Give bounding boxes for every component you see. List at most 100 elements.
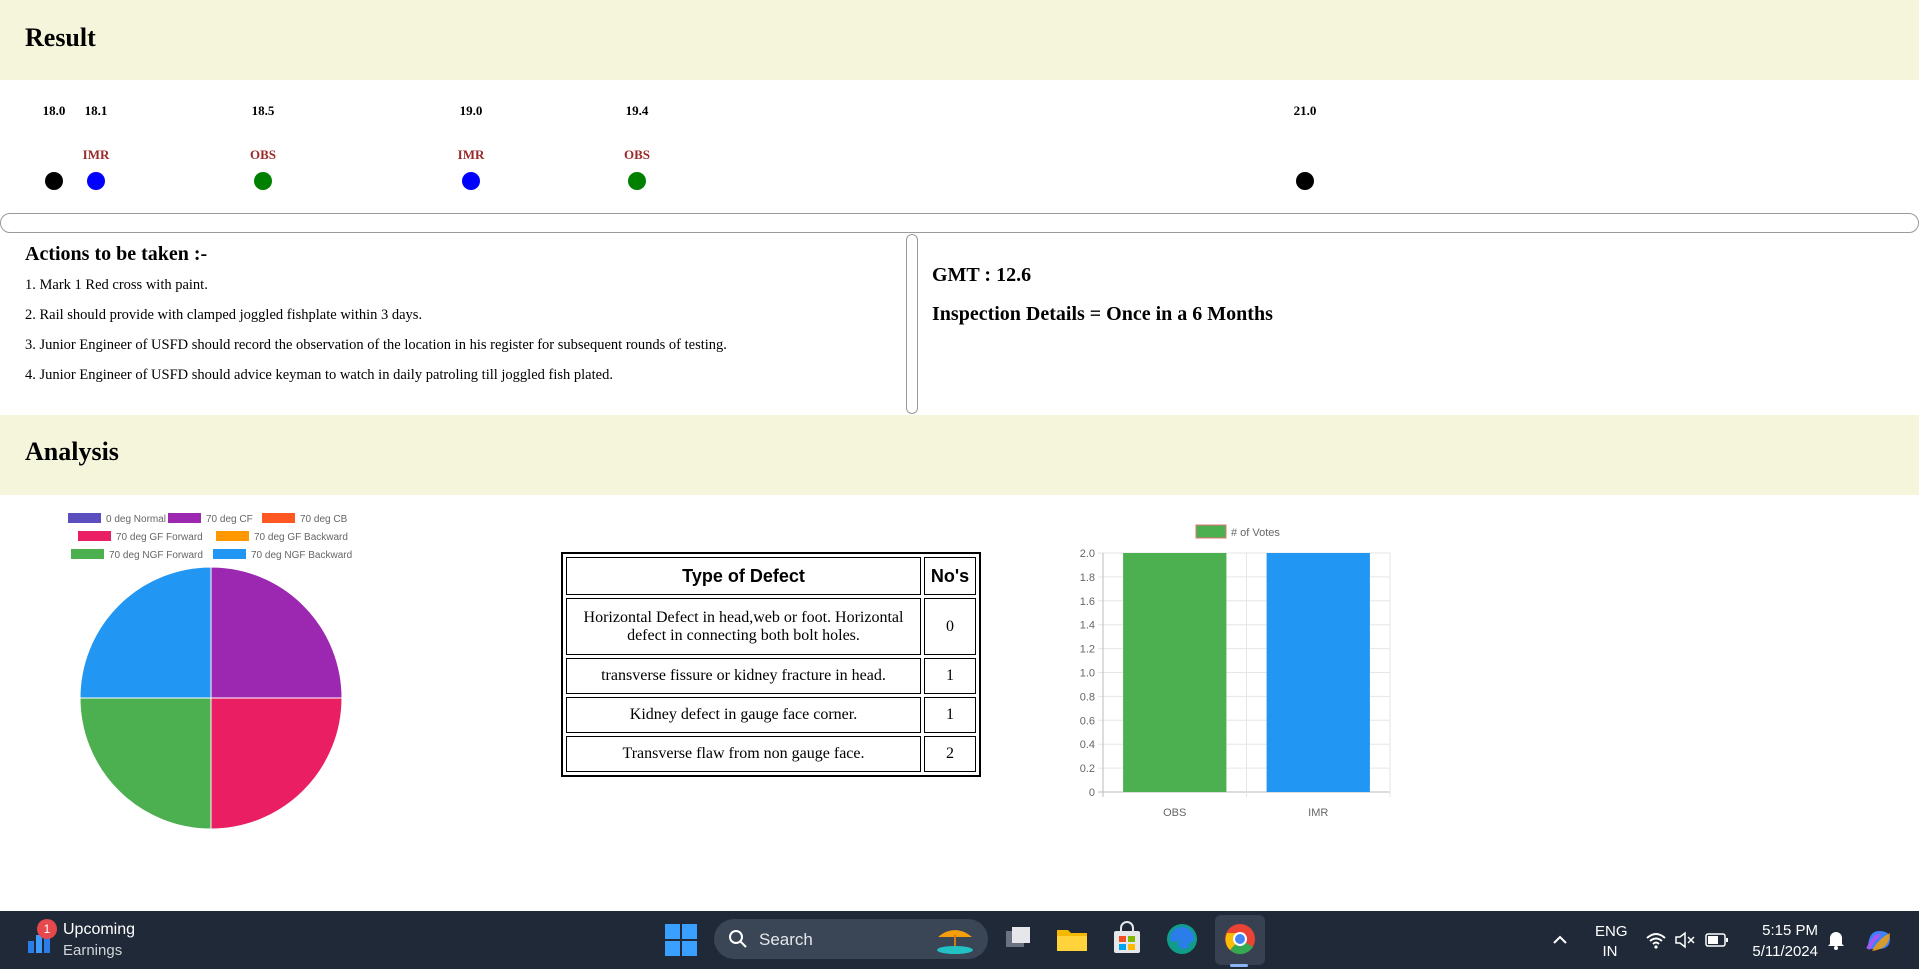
y-tick-label: 1.8 xyxy=(1080,572,1095,584)
taskbar-search[interactable]: Search xyxy=(714,919,988,959)
legend-swatch[interactable] xyxy=(68,513,101,523)
legend-swatch[interactable] xyxy=(213,549,246,559)
notification-badge: 1 xyxy=(37,919,57,939)
table-row: Transverse flaw from non gauge face. 2 xyxy=(566,736,976,772)
y-tick-label: 0.6 xyxy=(1080,715,1095,727)
pie-slice[interactable] xyxy=(79,697,212,830)
defect-type-cell: transverse fissure or kidney fracture in… xyxy=(566,658,921,694)
table-row: Horizontal Defect in head,web or foot. H… xyxy=(566,598,976,655)
copilot-icon[interactable] xyxy=(1864,925,1894,955)
timeline-point: 19.4 OBS xyxy=(607,80,667,200)
timeline-label: OBS xyxy=(249,147,276,162)
timeline-label: IMR xyxy=(82,147,110,162)
widget-title[interactable]: Upcoming xyxy=(63,921,135,939)
store-icon[interactable] xyxy=(1109,921,1145,957)
bar-chart: # of Votes 0 0.2 0.4 0.6 0.8 1.0 1.2 1.4 1.6 1.8 2.… xyxy=(1080,524,1391,819)
pie-chart: 0 deg Normal 70 deg CF 70 deg CB 70 deg GF … xyxy=(68,513,352,830)
y-tick-label: 1.6 xyxy=(1080,596,1095,608)
legend-label[interactable]: 70 deg NGF Backward xyxy=(251,550,352,561)
chrome-icon[interactable] xyxy=(1222,921,1258,957)
y-tick-label: 2.0 xyxy=(1080,548,1095,560)
timeline-dot xyxy=(628,172,646,190)
defect-count-cell: 0 xyxy=(924,598,976,655)
timeline-dot xyxy=(45,172,63,190)
timeline-point: 21.0 xyxy=(1275,80,1335,200)
timeline-value: 19.0 xyxy=(459,103,483,118)
inspection-details: Inspection Details = Once in a 6 Months xyxy=(932,303,1273,325)
actions-list: 1. Mark 1 Red cross with paint. 2. Rail … xyxy=(25,275,727,395)
defect-count-cell: 1 xyxy=(924,658,976,694)
volume-muted-icon[interactable] xyxy=(1674,930,1696,950)
pie-slice[interactable] xyxy=(79,566,212,699)
legend-label[interactable]: 70 deg CB xyxy=(300,514,348,525)
defect-type-cell: Transverse flaw from non gauge face. xyxy=(566,736,921,772)
analysis-header: Analysis xyxy=(0,415,1919,495)
legend-swatch[interactable] xyxy=(78,531,111,541)
y-tick-label: 1.0 xyxy=(1080,668,1095,680)
y-tick-label: 0.2 xyxy=(1080,763,1095,775)
defect-table: Type of Defect No's Horizontal Defect in… xyxy=(561,552,981,777)
action-item: 2. Rail should provide with clamped jogg… xyxy=(25,307,423,323)
vertical-scrollbar[interactable] xyxy=(906,234,918,414)
legend-swatch[interactable] xyxy=(1195,524,1227,539)
legend-label[interactable]: 70 deg GF Forward xyxy=(116,532,203,543)
gmt-panel: GMT : 12.6 Inspection Details = Once in … xyxy=(932,234,1912,415)
task-view-icon[interactable] xyxy=(1000,921,1036,957)
clock-date[interactable]: 5/11/2024 xyxy=(1738,943,1818,960)
search-icon xyxy=(729,930,747,948)
legend-label[interactable]: # of Votes xyxy=(1231,527,1280,539)
y-tick-label: 1.2 xyxy=(1080,644,1095,656)
bar[interactable] xyxy=(1123,553,1227,792)
analysis-heading: Analysis xyxy=(25,437,119,466)
start-icon[interactable] xyxy=(664,923,698,957)
legend-swatch[interactable] xyxy=(216,531,249,541)
actions-heading: Actions to be taken :- xyxy=(25,243,208,265)
bell-icon[interactable] xyxy=(1826,929,1846,951)
legend-swatch[interactable] xyxy=(71,549,104,559)
battery-icon[interactable] xyxy=(1705,932,1729,948)
result-header: Result xyxy=(0,0,1919,80)
horizontal-scrollbar[interactable] xyxy=(0,213,1919,233)
language-region[interactable]: IN xyxy=(1595,943,1625,960)
action-item: 1. Mark 1 Red cross with paint. xyxy=(25,277,208,293)
table-row: transverse fissure or kidney fracture in… xyxy=(566,658,976,694)
file-explorer-icon[interactable] xyxy=(1054,921,1090,957)
timeline-point: 18.5 OBS xyxy=(233,80,293,200)
timeline-dot xyxy=(254,172,272,190)
y-tick-label: 0.8 xyxy=(1080,691,1095,703)
defect-type-cell: Horizontal Defect in head,web or foot. H… xyxy=(566,598,921,655)
timeline-value: 18.5 xyxy=(251,103,275,118)
legend-swatch[interactable] xyxy=(168,513,201,523)
bar[interactable] xyxy=(1266,553,1370,792)
pie-slice[interactable] xyxy=(210,566,343,699)
timeline-dot xyxy=(462,172,480,190)
edge-icon[interactable] xyxy=(1164,921,1200,957)
widget-subtitle[interactable]: Earnings xyxy=(63,942,122,959)
wifi-icon[interactable] xyxy=(1645,930,1667,950)
legend-label[interactable]: 70 deg GF Backward xyxy=(254,532,348,543)
defect-count-cell: 1 xyxy=(924,697,976,733)
search-label: Search xyxy=(759,930,813,949)
defect-count-cell: 2 xyxy=(924,736,976,772)
actions-panel: Actions to be taken :- 1. Mark 1 Red cro… xyxy=(0,234,910,415)
legend-label[interactable]: 70 deg NGF Forward xyxy=(109,550,203,561)
x-tick-label: OBS xyxy=(1163,807,1186,819)
chevron-up-icon[interactable] xyxy=(1551,931,1569,949)
result-heading: Result xyxy=(25,23,96,52)
timeline-value: 18.1 xyxy=(84,103,108,118)
clock-time[interactable]: 5:15 PM xyxy=(1738,922,1818,939)
legend-label[interactable]: 70 deg CF xyxy=(206,514,253,525)
defect-type-cell: Kidney defect in gauge face corner. xyxy=(566,697,921,733)
column-header-type: Type of Defect xyxy=(566,557,921,595)
active-app-indicator xyxy=(1230,964,1248,967)
pie-slice[interactable] xyxy=(210,697,343,830)
timeline-point: 18.1 IMR xyxy=(66,80,126,200)
search-highlight-icon xyxy=(937,930,973,954)
legend-swatch[interactable] xyxy=(262,513,295,523)
language-indicator[interactable]: ENG xyxy=(1595,923,1628,940)
timeline-dot xyxy=(87,172,105,190)
taskbar: 1 Upcoming Earnings Search ENG IN 5:15 P… xyxy=(0,911,1919,969)
column-header-count: No's xyxy=(924,557,976,595)
legend-label[interactable]: 0 deg Normal xyxy=(106,514,166,525)
timeline-value: 19.4 xyxy=(625,103,649,118)
